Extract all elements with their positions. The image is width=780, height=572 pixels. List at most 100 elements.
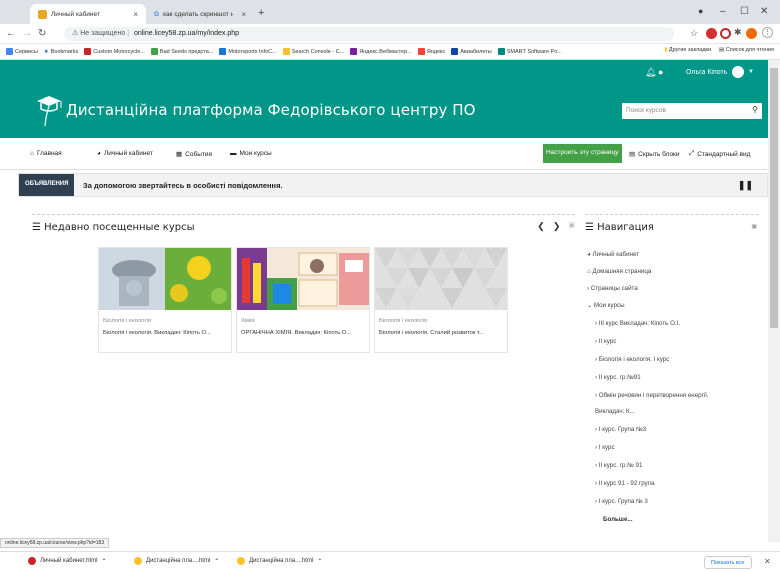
minimize-icon[interactable]: – (720, 6, 726, 17)
new-tab-icon[interactable]: + (258, 7, 264, 19)
nav-course-item[interactable]: › I курс. Група №3 (595, 426, 646, 433)
nav-item[interactable]: ◕ Личный кабинет (587, 251, 639, 258)
menu-events[interactable]: ▦ События (176, 150, 212, 159)
download-item[interactable]: Дистанційна пла....html ⌃ (134, 557, 219, 565)
nav-course-item[interactable]: › Обмін речовин і перетворення енергії. (595, 392, 709, 399)
chevron-right-icon[interactable]: ❯ (553, 221, 561, 232)
course-card[interactable]: Хімія ОРГАНІЧНА ХІМІЯ. Викладач: Кіпоть … (236, 247, 370, 353)
briefcase-icon: ▬ (230, 150, 237, 157)
chevron-left-icon[interactable]: ❮ (537, 221, 545, 232)
bookmark-item[interactable]: Bad Seeds предста... (150, 48, 213, 55)
standard-view-button[interactable]: ⤢ Стандартный вид (689, 150, 750, 158)
forward-icon[interactable]: → (22, 28, 32, 39)
nav-more-link[interactable]: Больше... (603, 516, 633, 523)
bookmark-item[interactable]: Авиабилеты (451, 48, 492, 55)
nav-course-item[interactable]: › I курс. Група № 3 (595, 498, 648, 505)
menu-my-courses[interactable]: ▬ Мои курсы (230, 150, 272, 157)
site-name[interactable]: Дистанційна платформа Федорівського цент… (66, 101, 476, 119)
bookmark-item[interactable]: SMART Software Po... (497, 48, 562, 55)
warning-icon[interactable]: ⚠ (72, 30, 78, 37)
download-item[interactable]: Личный кабинет.html ⌃ (28, 557, 107, 565)
menu-dashboard[interactable]: ◕ Личный кабинет (97, 150, 153, 157)
show-all-downloads-button[interactable]: Показать все (704, 556, 752, 569)
messages-icon[interactable]: ● (658, 67, 663, 77)
menu-lines-icon: ☰ (585, 222, 594, 233)
search-icon[interactable]: ⚲ (752, 105, 758, 114)
hide-blocks-button[interactable]: ▤ Скрыть блоки (629, 150, 680, 159)
browser-tab-strip: Личный кабинет × G как сделать скриншот … (0, 0, 780, 24)
user-name[interactable]: Ольга Кіпоть (686, 69, 727, 76)
account-icon[interactable]: ● (698, 6, 703, 16)
reload-icon[interactable]: ↻ (38, 28, 46, 39)
course-search-input[interactable]: Поиск курсов ⚲ (622, 103, 762, 119)
tab-personal-cabinet[interactable]: Личный кабинет × (30, 4, 146, 24)
other-bookmarks[interactable]: ▮ Другие закладки (664, 47, 711, 53)
pause-icon[interactable]: ❚❚ (738, 180, 753, 191)
close-window-icon[interactable]: ✕ (760, 6, 768, 17)
bookmark-item[interactable]: Search Console - C... (282, 48, 344, 55)
tab-screenshot-search[interactable]: G как сделать скриншот на компь × (146, 4, 254, 24)
nav-course-item[interactable]: › II курс (595, 338, 616, 345)
home-icon: ⌂ (587, 268, 591, 275)
nav-course-item[interactable]: › I курс (595, 444, 615, 451)
tab-title: Личный кабинет (51, 10, 100, 18)
block-collapse-icon[interactable]: ▣ (568, 221, 575, 232)
menu-dots-icon[interactable]: ⋮ (762, 27, 773, 38)
moodle-favicon-icon (38, 9, 47, 19)
bookmark-item[interactable]: Яндекс (417, 48, 445, 55)
bookmark-item[interactable]: Custom Motorcycle... (84, 48, 145, 55)
course-name[interactable]: Біологія і екологія. Сталий розвиток т..… (379, 330, 484, 336)
nav-course-item[interactable]: › III курс Викладач: Кіпоть О.І. (595, 320, 680, 327)
nav-item[interactable]: › Страницы сайта (587, 285, 638, 292)
chevron-up-icon[interactable]: ⌃ (101, 558, 106, 565)
course-category: Біологія і екологія (103, 318, 152, 324)
nav-item[interactable]: ⌂ Домашняя страница (587, 268, 651, 275)
nav-course-item-continued[interactable]: Викладач: К... (595, 408, 635, 415)
back-icon[interactable]: ← (6, 28, 16, 39)
extensions-puzzle-icon[interactable]: ✱ (734, 27, 742, 38)
close-shelf-icon[interactable]: ✕ (764, 557, 771, 566)
chevron-up-icon[interactable]: ⌃ (317, 558, 322, 565)
download-item[interactable]: Дистанційна пла....html ⌃ (237, 557, 322, 565)
maximize-icon[interactable]: ☐ (740, 6, 749, 17)
bookmark-favicon-icon (350, 48, 358, 55)
chevron-down-icon: ⌄ (587, 302, 593, 309)
reading-list[interactable]: ▤ Список для чтения (719, 47, 774, 53)
tab-title: как сделать скриншот на компь (163, 10, 234, 18)
course-card[interactable]: Біологія і екологія Біологія і екологія.… (98, 247, 232, 353)
scrollbar-thumb[interactable] (770, 68, 778, 328)
navigation-title: ☰ Навигация (585, 222, 654, 233)
address-bar[interactable]: ⚠ Не защищено | online.licey58.zp.ua/my/… (64, 27, 674, 41)
main-menu: ⌂ Главная ◕ Личный кабинет ▦ События ▬ Мои к… (0, 138, 768, 170)
course-name[interactable]: ОРГАНІЧНА ХІМІЯ. Викладач: Кіпоть О... (241, 330, 351, 336)
notifications-bell-icon[interactable]: 🔔︎ (645, 67, 656, 78)
extension-icon[interactable] (720, 28, 731, 39)
bookmark-favicon-icon (497, 48, 505, 55)
close-tab-icon[interactable]: × (241, 10, 246, 19)
download-shelf: Личный кабинет.html ⌃ Дистанційна пла....… (0, 551, 780, 572)
nav-course-item[interactable]: › II курс. гр.№91 (595, 374, 641, 381)
customise-page-button[interactable]: Настроить эту страницу (543, 144, 622, 163)
chevron-down-icon[interactable]: ▼ (748, 69, 754, 75)
avatar[interactable] (732, 66, 744, 78)
close-tab-icon[interactable]: × (133, 10, 138, 19)
bookmark-item[interactable]: Сервисы (6, 48, 38, 55)
course-image (237, 248, 369, 310)
chevron-up-icon[interactable]: ⌃ (214, 558, 219, 565)
announcement-text: За допомогою звертайтесь в особисті пові… (83, 181, 283, 190)
nav-course-item[interactable]: › Біологія і екологія. I курс (595, 356, 669, 363)
profile-icon[interactable] (746, 28, 757, 39)
bookmark-item[interactable]: Motorsports InfoC... (219, 48, 277, 55)
bookmark-item[interactable]: ★ Bookmarks (44, 49, 78, 55)
bookmark-star-icon[interactable]: ☆ (690, 28, 698, 39)
apps-icon (6, 48, 13, 55)
menu-home[interactable]: ⌂ Главная (30, 150, 62, 157)
nav-item[interactable]: ⌄ Мои курсы (587, 302, 625, 309)
nav-course-item[interactable]: › II курс 91 - 92 група (595, 480, 655, 487)
bookmark-item[interactable]: Яндекс.Вебмастер... (350, 48, 412, 55)
extension-icon[interactable] (706, 28, 717, 39)
nav-course-item[interactable]: › II курс. гр.№ 91 (595, 462, 642, 469)
course-name[interactable]: Біологія і екологія. Викладач: Кіпоть О.… (103, 330, 211, 336)
course-card[interactable]: Біологія і екологія Біологія і екологія.… (374, 247, 508, 353)
block-collapse-icon[interactable]: ▣ (751, 223, 757, 230)
